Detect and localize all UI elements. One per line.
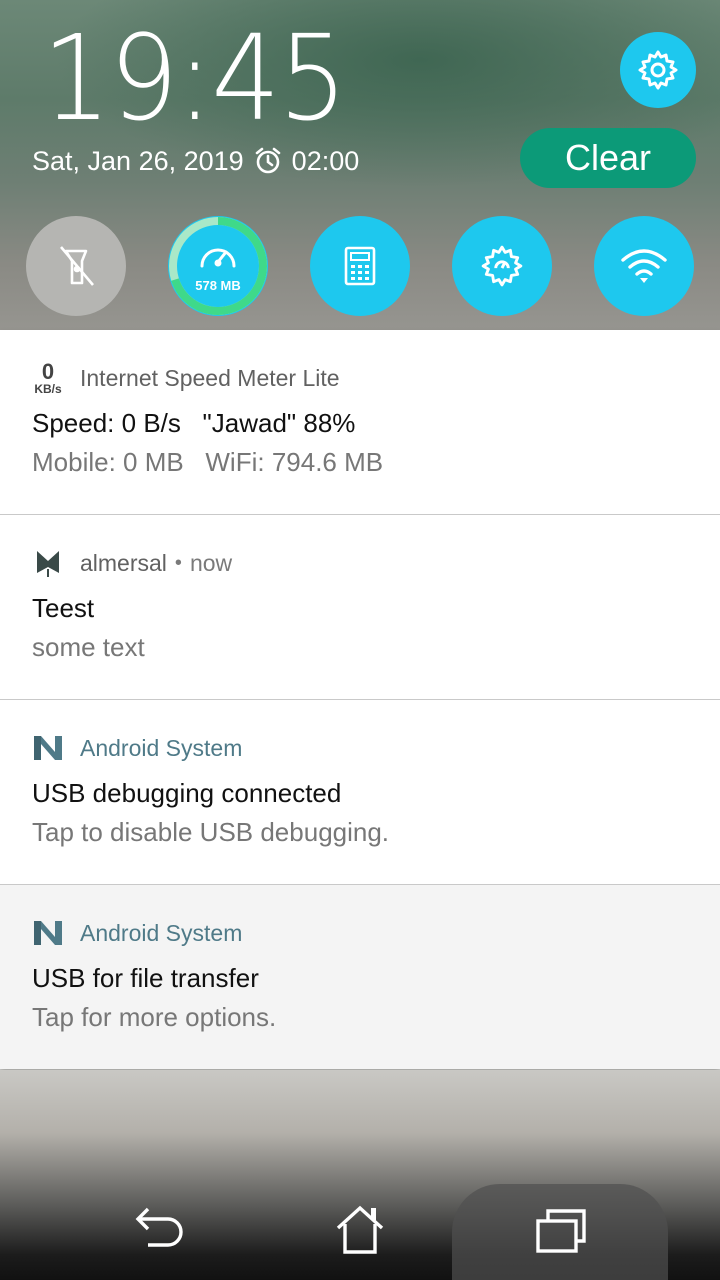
app-name: Internet Speed Meter Lite: [80, 364, 340, 391]
date: Sat, Jan 26, 2019: [32, 145, 244, 176]
speed-icon-value: 0: [41, 359, 55, 384]
alarm-clock-icon: [254, 147, 282, 175]
settings-button[interactable]: [620, 32, 696, 108]
recents-button[interactable]: [530, 1200, 590, 1260]
quick-setting-wifi[interactable]: [594, 216, 694, 316]
memory-level-ring: [168, 216, 268, 316]
date-row: Sat, Jan 26, 2019 02:00: [32, 141, 359, 181]
notification-title: USB debugging connected: [32, 778, 342, 808]
notification-shade-header: 19:45 Sat, Jan 26, 2019 02:00 Clear 578 …: [0, 0, 720, 330]
notification-list: 0 KB/s Internet Speed Meter Lite Speed: …: [0, 330, 720, 1069]
notification-header: Android System: [32, 730, 242, 766]
notification-time: now: [189, 549, 233, 576]
notification-header: almersal • now: [32, 545, 232, 581]
back-button[interactable]: [130, 1200, 190, 1260]
notification-body: Tap for more options.: [32, 1002, 277, 1032]
notification-body: Mobile: 0 MB WiFi: 794.6 MB: [32, 447, 384, 477]
quick-setting-memory-boost[interactable]: 578 MB: [168, 216, 268, 316]
notification-body: Tap to disable USB debugging.: [32, 817, 390, 847]
flashlight-off-icon: [60, 246, 94, 286]
speed-meter-icon: 0 KB/s: [32, 359, 64, 396]
android-system-icon: [32, 732, 64, 764]
notification-internet-speed-meter[interactable]: 0 KB/s Internet Speed Meter Lite Speed: …: [0, 330, 720, 515]
quick-setting-calculator[interactable]: [310, 216, 410, 316]
android-system-icon: [32, 917, 64, 949]
notification-title: USB for file transfer: [32, 963, 259, 993]
notification-title: Teest: [32, 593, 95, 623]
notification-title: Speed: 0 B/s "Jawad" 88%: [32, 408, 356, 438]
clear-all-button[interactable]: Clear: [520, 128, 696, 188]
calculator-icon: [344, 246, 376, 286]
app-name: Android System: [80, 919, 243, 946]
notification-almersal[interactable]: almersal • now Teest some text: [0, 515, 720, 700]
gear-icon: [638, 50, 678, 90]
separator-dot: •: [174, 551, 182, 574]
alarm-time: 02:00: [291, 145, 360, 176]
settings-cog-icon: [481, 245, 523, 287]
wifi-icon: [621, 249, 667, 283]
clock: 19:45: [42, 9, 347, 147]
notification-usb-debugging[interactable]: Android System USB debugging connected T…: [0, 700, 720, 885]
app-name: Android System: [80, 734, 243, 761]
quick-setting-settings[interactable]: [452, 216, 552, 316]
recent-apps-icon: [536, 1209, 586, 1253]
almersal-app-icon: [32, 547, 64, 579]
back-arrow-icon: [135, 1207, 183, 1247]
quick-settings-row: 578 MB: [0, 216, 720, 316]
speed-icon-unit: KB/s: [34, 382, 62, 396]
memory-label: 578 MB: [195, 278, 241, 293]
app-name: almersal: [80, 549, 167, 576]
quick-setting-flashlight[interactable]: [26, 216, 126, 316]
notification-body: some text: [32, 632, 145, 662]
notification-header: 0 KB/s Internet Speed Meter Lite: [32, 359, 340, 396]
home-button[interactable]: [330, 1200, 390, 1260]
notification-usb-file-transfer[interactable]: Android System USB for file transfer Tap…: [0, 885, 720, 1069]
notification-header: Android System: [32, 915, 242, 951]
home-icon: [336, 1205, 384, 1254]
